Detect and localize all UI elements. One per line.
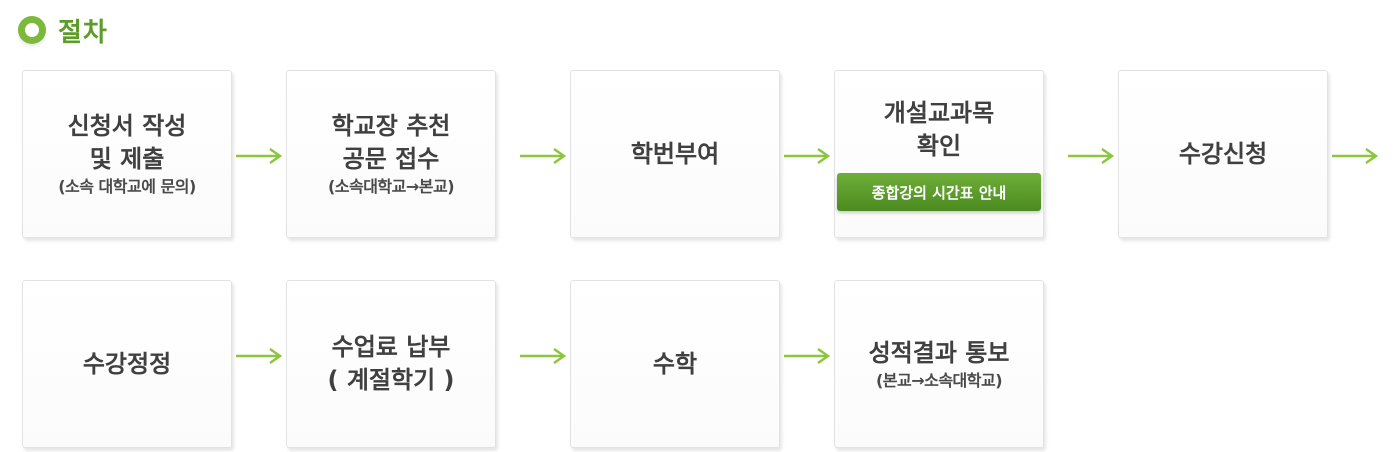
arrow-right-icon	[1068, 146, 1118, 166]
arrow-right-icon	[520, 346, 570, 366]
step-tuition-payment: 수업료 납부 ( 계절학기 )	[286, 280, 496, 448]
timetable-guide-button[interactable]: 종합강의 시간표 안내	[837, 173, 1041, 211]
arrow-right-icon	[784, 346, 834, 366]
arrow-right-icon	[784, 146, 834, 166]
step-note: (소속 대학교에 문의)	[58, 177, 196, 196]
step-course-check: 개설교과목 확인 종합강의 시간표 안내	[834, 70, 1044, 238]
step-recommendation: 학교장 추천 공문 접수 (소속대학교→본교)	[286, 70, 496, 238]
step-title-line: 신청서 작성	[67, 112, 187, 140]
arrow-right-icon	[520, 146, 570, 166]
step-title-line: 수강정정	[82, 349, 172, 378]
step-application: 신청서 작성 및 제출 (소속 대학교에 문의)	[22, 70, 232, 238]
section-title: 절차	[58, 17, 108, 48]
arrow-right-icon	[236, 146, 286, 166]
step-registration: 수강신청	[1118, 70, 1328, 238]
step-title-line: 수학	[652, 349, 698, 378]
step-title-line: 학번부여	[630, 139, 720, 168]
step-registration-change: 수강정정	[22, 280, 232, 448]
step-grade-notice: 성적결과 통보 (본교→소속대학교)	[834, 280, 1044, 448]
step-title-line: 개설교과목	[883, 99, 995, 127]
step-note: (소속대학교→본교)	[327, 177, 455, 196]
step-title-line: 확인	[916, 132, 962, 160]
step-title-line: 및 제출	[89, 145, 165, 173]
step-note: (본교→소속대학교)	[875, 370, 1003, 390]
step-title-line: 성적결과 통보	[868, 338, 1010, 367]
arrow-right-icon	[1332, 146, 1382, 166]
step-title-line: 공문 접수	[342, 145, 440, 173]
arrow-right-icon	[236, 346, 286, 366]
step-title-line: 학교장 추천	[331, 112, 451, 140]
step-student-id: 학번부여	[570, 70, 780, 238]
step-title-line: 수업료 납부	[331, 333, 451, 361]
step-title-line: ( 계절학기 )	[327, 366, 455, 394]
section-header: 절차	[18, 10, 108, 50]
step-study: 수학	[570, 280, 780, 448]
step-title-line: 수강신청	[1178, 139, 1268, 168]
ring-bullet-icon	[18, 16, 46, 44]
